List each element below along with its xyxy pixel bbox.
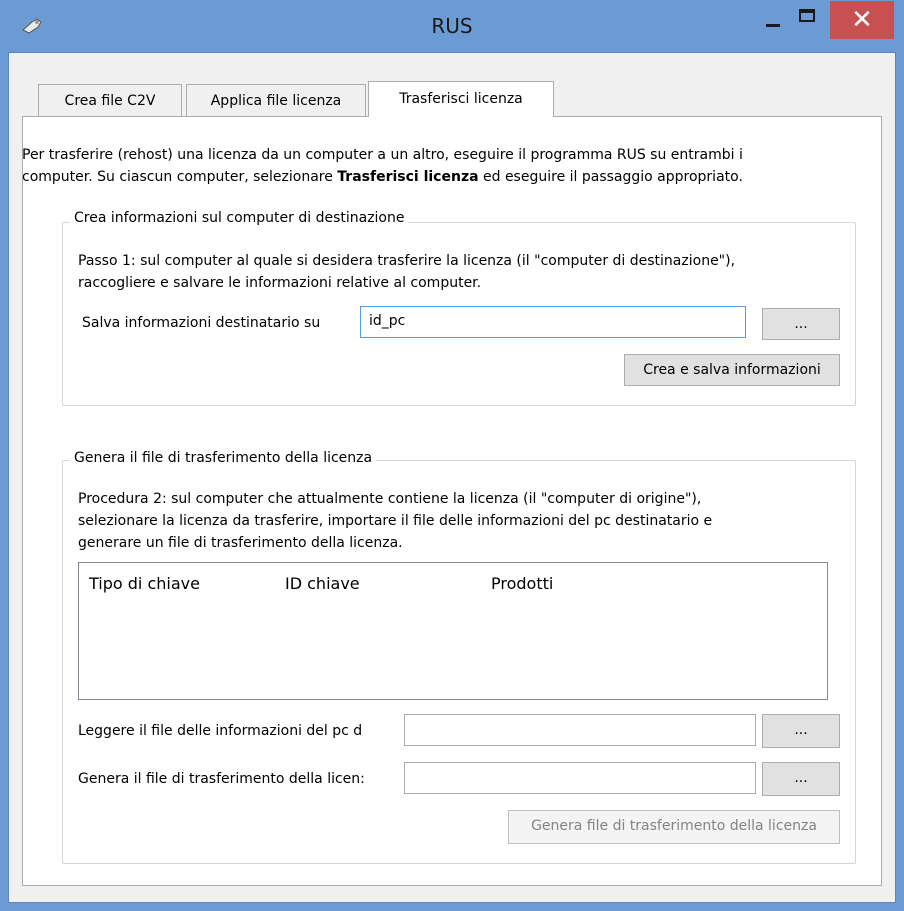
create-save-info-button[interactable]: Crea e salva informazioni (624, 354, 840, 386)
read-info-file-input[interactable] (404, 714, 756, 746)
step2-description: Procedura 2: sul computer che attualment… (78, 488, 848, 554)
tab-crea-file-c2v[interactable]: Crea file C2V (38, 84, 182, 116)
column-id-chiave[interactable]: ID chiave (275, 563, 481, 605)
intro-text-bold: Trasferisci licenza (337, 169, 479, 185)
save-destination-input[interactable]: id_pc (360, 306, 746, 338)
intro-text: Per trasferire (rehost) una licenza da u… (22, 144, 882, 188)
read-info-file-label: Leggere il file delle informazioni del p… (78, 723, 363, 739)
column-prodotti[interactable]: Prodotti (481, 563, 827, 605)
save-destination-label: Salva informazioni destinatario su (82, 315, 321, 331)
browse-read-info-button[interactable]: ... (762, 714, 840, 748)
generate-file-label: Genera il file di trasferimento della li… (78, 771, 365, 787)
close-icon[interactable]: ✕ (830, 1, 894, 39)
generate-transfer-file-button[interactable]: Genera file di trasferimento della licen… (508, 810, 840, 844)
tab-trasferisci-licenza[interactable]: Trasferisci licenza (368, 81, 554, 117)
intro-line-2: computer. Su ciascun computer, seleziona… (22, 166, 882, 188)
step2-line-3: generare un file di trasferimento della … (78, 535, 403, 551)
intro-text-after: ed eseguire il passaggio appropriato. (478, 169, 743, 185)
browse-destination-button[interactable]: ... (762, 308, 840, 340)
license-list[interactable]: Tipo di chiave ID chiave Prodotti (78, 562, 828, 700)
step2-line-2: selezionare la licenza da trasferire, im… (78, 513, 713, 529)
group-transfer-legend: Genera il file di trasferimento della li… (70, 450, 377, 466)
step1-line-1: Passo 1: sul computer al quale si deside… (78, 253, 736, 269)
step1-description: Passo 1: sul computer al quale si deside… (78, 250, 848, 294)
step2-line-1: Procedura 2: sul computer che attualment… (78, 491, 702, 507)
maximize-icon[interactable] (790, 6, 824, 36)
browse-generate-file-button[interactable]: ... (762, 762, 840, 796)
intro-text-before: computer. Su ciascun computer, seleziona… (22, 169, 338, 185)
step1-line-2: raccogliere e salvare le informazioni re… (78, 275, 482, 291)
intro-line-1: Per trasferire (rehost) una licenza da u… (22, 147, 743, 163)
minimize-icon[interactable] (756, 6, 790, 36)
column-tipo-di-chiave[interactable]: Tipo di chiave (79, 563, 275, 605)
group-destination-legend: Crea informazioni sul computer di destin… (70, 210, 409, 226)
tab-applica-file-licenza[interactable]: Applica file licenza (186, 84, 366, 116)
generate-file-input[interactable] (404, 762, 756, 794)
